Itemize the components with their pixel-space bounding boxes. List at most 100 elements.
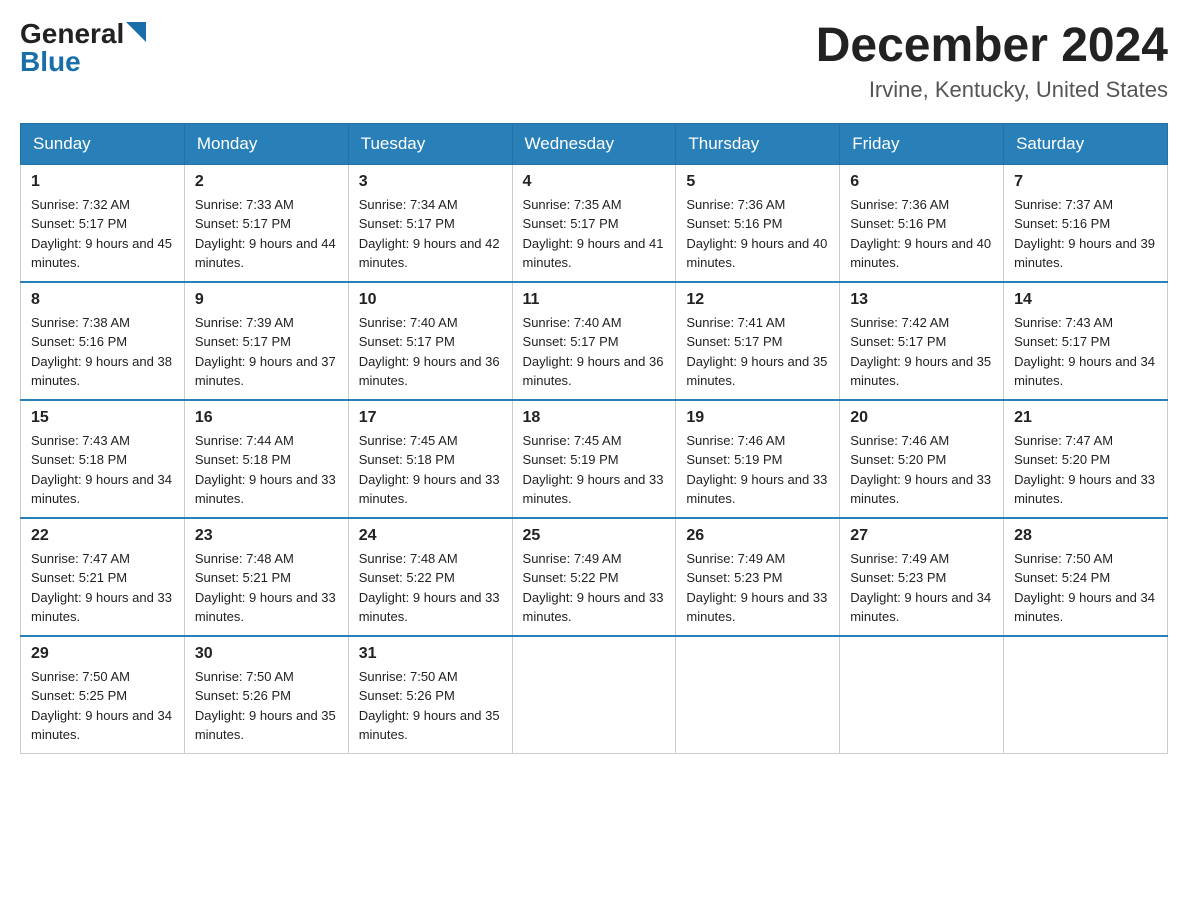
day-number: 16 [195, 409, 338, 427]
calendar-cell: 23 Sunrise: 7:48 AM Sunset: 5:21 PM Dayl… [184, 518, 348, 636]
day-info: Sunrise: 7:39 AM Sunset: 5:17 PM Dayligh… [195, 313, 338, 391]
month-year-title: December 2024 [816, 20, 1168, 73]
day-number: 10 [359, 291, 502, 309]
weekday-header-friday: Friday [840, 123, 1004, 164]
day-number: 15 [31, 409, 174, 427]
day-info: Sunrise: 7:36 AM Sunset: 5:16 PM Dayligh… [850, 195, 993, 273]
day-number: 13 [850, 291, 993, 309]
calendar-cell: 1 Sunrise: 7:32 AM Sunset: 5:17 PM Dayli… [21, 164, 185, 282]
day-info: Sunrise: 7:41 AM Sunset: 5:17 PM Dayligh… [686, 313, 829, 391]
calendar-cell: 5 Sunrise: 7:36 AM Sunset: 5:16 PM Dayli… [676, 164, 840, 282]
calendar-cell: 19 Sunrise: 7:46 AM Sunset: 5:19 PM Dayl… [676, 400, 840, 518]
calendar-cell: 25 Sunrise: 7:49 AM Sunset: 5:22 PM Dayl… [512, 518, 676, 636]
day-number: 29 [31, 645, 174, 663]
calendar-cell: 20 Sunrise: 7:46 AM Sunset: 5:20 PM Dayl… [840, 400, 1004, 518]
day-number: 6 [850, 173, 993, 191]
day-info: Sunrise: 7:50 AM Sunset: 5:24 PM Dayligh… [1014, 549, 1157, 627]
calendar-cell: 3 Sunrise: 7:34 AM Sunset: 5:17 PM Dayli… [348, 164, 512, 282]
calendar-week-row: 8 Sunrise: 7:38 AM Sunset: 5:16 PM Dayli… [21, 282, 1168, 400]
day-number: 18 [523, 409, 666, 427]
page-header: General Blue December 2024 Irvine, Kentu… [20, 20, 1168, 103]
calendar-cell: 2 Sunrise: 7:33 AM Sunset: 5:17 PM Dayli… [184, 164, 348, 282]
day-info: Sunrise: 7:35 AM Sunset: 5:17 PM Dayligh… [523, 195, 666, 273]
calendar-week-row: 29 Sunrise: 7:50 AM Sunset: 5:25 PM Dayl… [21, 636, 1168, 754]
day-number: 5 [686, 173, 829, 191]
calendar-cell: 10 Sunrise: 7:40 AM Sunset: 5:17 PM Dayl… [348, 282, 512, 400]
day-info: Sunrise: 7:47 AM Sunset: 5:20 PM Dayligh… [1014, 431, 1157, 509]
calendar-cell: 26 Sunrise: 7:49 AM Sunset: 5:23 PM Dayl… [676, 518, 840, 636]
day-info: Sunrise: 7:49 AM Sunset: 5:22 PM Dayligh… [523, 549, 666, 627]
logo: General Blue [20, 20, 146, 76]
day-number: 1 [31, 173, 174, 191]
day-number: 23 [195, 527, 338, 545]
day-number: 27 [850, 527, 993, 545]
calendar-cell [840, 636, 1004, 754]
calendar-cell [1004, 636, 1168, 754]
weekday-header-wednesday: Wednesday [512, 123, 676, 164]
calendar-cell: 8 Sunrise: 7:38 AM Sunset: 5:16 PM Dayli… [21, 282, 185, 400]
day-info: Sunrise: 7:38 AM Sunset: 5:16 PM Dayligh… [31, 313, 174, 391]
day-info: Sunrise: 7:34 AM Sunset: 5:17 PM Dayligh… [359, 195, 502, 273]
day-info: Sunrise: 7:42 AM Sunset: 5:17 PM Dayligh… [850, 313, 993, 391]
calendar-cell: 22 Sunrise: 7:47 AM Sunset: 5:21 PM Dayl… [21, 518, 185, 636]
day-number: 20 [850, 409, 993, 427]
day-info: Sunrise: 7:36 AM Sunset: 5:16 PM Dayligh… [686, 195, 829, 273]
weekday-header-tuesday: Tuesday [348, 123, 512, 164]
day-number: 11 [523, 291, 666, 309]
logo-triangle-icon [126, 22, 146, 42]
day-number: 8 [31, 291, 174, 309]
day-info: Sunrise: 7:49 AM Sunset: 5:23 PM Dayligh… [686, 549, 829, 627]
day-number: 31 [359, 645, 502, 663]
calendar-cell: 4 Sunrise: 7:35 AM Sunset: 5:17 PM Dayli… [512, 164, 676, 282]
calendar-cell [512, 636, 676, 754]
calendar-cell: 30 Sunrise: 7:50 AM Sunset: 5:26 PM Dayl… [184, 636, 348, 754]
logo-blue-text: Blue [20, 48, 81, 76]
day-info: Sunrise: 7:43 AM Sunset: 5:17 PM Dayligh… [1014, 313, 1157, 391]
calendar-cell: 13 Sunrise: 7:42 AM Sunset: 5:17 PM Dayl… [840, 282, 1004, 400]
day-info: Sunrise: 7:45 AM Sunset: 5:18 PM Dayligh… [359, 431, 502, 509]
calendar-cell: 28 Sunrise: 7:50 AM Sunset: 5:24 PM Dayl… [1004, 518, 1168, 636]
day-number: 28 [1014, 527, 1157, 545]
calendar-cell: 15 Sunrise: 7:43 AM Sunset: 5:18 PM Dayl… [21, 400, 185, 518]
calendar-week-row: 22 Sunrise: 7:47 AM Sunset: 5:21 PM Dayl… [21, 518, 1168, 636]
day-info: Sunrise: 7:46 AM Sunset: 5:20 PM Dayligh… [850, 431, 993, 509]
calendar-cell: 16 Sunrise: 7:44 AM Sunset: 5:18 PM Dayl… [184, 400, 348, 518]
day-number: 7 [1014, 173, 1157, 191]
calendar-cell: 14 Sunrise: 7:43 AM Sunset: 5:17 PM Dayl… [1004, 282, 1168, 400]
day-number: 3 [359, 173, 502, 191]
day-number: 25 [523, 527, 666, 545]
calendar-cell: 24 Sunrise: 7:48 AM Sunset: 5:22 PM Dayl… [348, 518, 512, 636]
day-number: 30 [195, 645, 338, 663]
location-subtitle: Irvine, Kentucky, United States [816, 77, 1168, 103]
calendar-cell: 9 Sunrise: 7:39 AM Sunset: 5:17 PM Dayli… [184, 282, 348, 400]
day-info: Sunrise: 7:32 AM Sunset: 5:17 PM Dayligh… [31, 195, 174, 273]
weekday-header-saturday: Saturday [1004, 123, 1168, 164]
day-number: 22 [31, 527, 174, 545]
calendar-cell [676, 636, 840, 754]
weekday-header-sunday: Sunday [21, 123, 185, 164]
day-info: Sunrise: 7:46 AM Sunset: 5:19 PM Dayligh… [686, 431, 829, 509]
calendar-cell: 31 Sunrise: 7:50 AM Sunset: 5:26 PM Dayl… [348, 636, 512, 754]
day-info: Sunrise: 7:50 AM Sunset: 5:26 PM Dayligh… [359, 667, 502, 745]
calendar-cell: 17 Sunrise: 7:45 AM Sunset: 5:18 PM Dayl… [348, 400, 512, 518]
weekday-header-row: SundayMondayTuesdayWednesdayThursdayFrid… [21, 123, 1168, 164]
calendar-cell: 21 Sunrise: 7:47 AM Sunset: 5:20 PM Dayl… [1004, 400, 1168, 518]
day-info: Sunrise: 7:48 AM Sunset: 5:22 PM Dayligh… [359, 549, 502, 627]
weekday-header-monday: Monday [184, 123, 348, 164]
day-number: 21 [1014, 409, 1157, 427]
logo-general-text: General [20, 20, 124, 48]
day-info: Sunrise: 7:44 AM Sunset: 5:18 PM Dayligh… [195, 431, 338, 509]
calendar-cell: 18 Sunrise: 7:45 AM Sunset: 5:19 PM Dayl… [512, 400, 676, 518]
day-number: 4 [523, 173, 666, 191]
calendar-cell: 6 Sunrise: 7:36 AM Sunset: 5:16 PM Dayli… [840, 164, 1004, 282]
calendar-cell: 11 Sunrise: 7:40 AM Sunset: 5:17 PM Dayl… [512, 282, 676, 400]
calendar-cell: 29 Sunrise: 7:50 AM Sunset: 5:25 PM Dayl… [21, 636, 185, 754]
day-number: 19 [686, 409, 829, 427]
calendar-cell: 27 Sunrise: 7:49 AM Sunset: 5:23 PM Dayl… [840, 518, 1004, 636]
calendar-week-row: 1 Sunrise: 7:32 AM Sunset: 5:17 PM Dayli… [21, 164, 1168, 282]
day-info: Sunrise: 7:45 AM Sunset: 5:19 PM Dayligh… [523, 431, 666, 509]
day-info: Sunrise: 7:47 AM Sunset: 5:21 PM Dayligh… [31, 549, 174, 627]
day-info: Sunrise: 7:50 AM Sunset: 5:26 PM Dayligh… [195, 667, 338, 745]
weekday-header-thursday: Thursday [676, 123, 840, 164]
title-block: December 2024 Irvine, Kentucky, United S… [816, 20, 1168, 103]
